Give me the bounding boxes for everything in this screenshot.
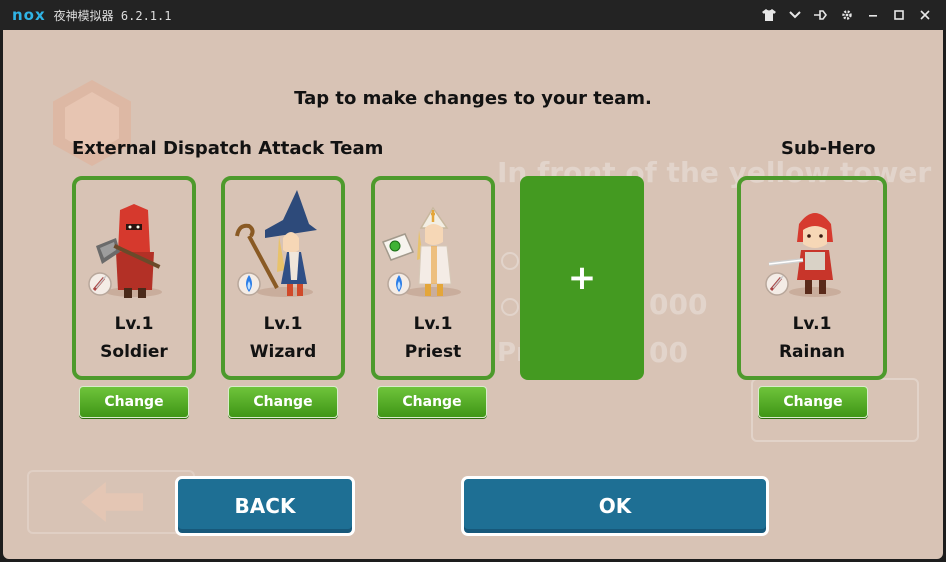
priest-portrait <box>381 206 461 297</box>
team-title: External Dispatch Attack Team <box>72 138 384 159</box>
change-sub-hero-button[interactable]: Change <box>758 386 868 418</box>
ok-button[interactable]: OK <box>461 476 769 536</box>
window-title: 夜神模拟器 6.2.1.1 <box>53 8 172 23</box>
member-name: Soldier <box>100 342 168 362</box>
nox-logo: nox <box>12 6 46 24</box>
member-level: Lv.1 <box>263 314 303 334</box>
instruction-text: Tap to make changes to your team. <box>294 88 652 109</box>
background-value: 000 <box>649 288 708 321</box>
background-star-icon <box>501 252 519 270</box>
window-controls <box>756 0 938 30</box>
close-icon[interactable] <box>912 0 938 30</box>
rainan-portrait <box>765 213 841 297</box>
sub-hero-name: Rainan <box>778 342 846 362</box>
background-star-icon <box>501 298 519 316</box>
team-slot-soldier[interactable]: Lv.1 Soldier <box>72 176 196 380</box>
back-button[interactable]: BACK <box>175 476 355 536</box>
member-name: Wizard <box>249 342 317 362</box>
change-priest-button[interactable]: Change <box>377 386 487 418</box>
chevron-down-icon[interactable] <box>782 0 808 30</box>
member-level: Lv.1 <box>114 314 154 334</box>
add-member-slot[interactable]: + <box>520 176 644 380</box>
emulator-titlebar: nox 夜神模拟器 6.2.1.1 <box>0 0 946 30</box>
game-screen: In front of the yellow tower 000 Pr 00 T… <box>3 30 943 559</box>
member-level: Lv.1 <box>413 314 453 334</box>
member-name: Priest <box>404 342 462 362</box>
pin-icon[interactable] <box>808 0 834 30</box>
gear-icon[interactable] <box>834 0 860 30</box>
wizard-portrait <box>235 190 317 297</box>
maximize-icon[interactable] <box>886 0 912 30</box>
soldier-portrait <box>88 204 162 298</box>
sub-hero-title: Sub-Hero <box>781 138 876 159</box>
sub-hero-level: Lv.1 <box>792 314 832 334</box>
change-wizard-button[interactable]: Change <box>228 386 338 418</box>
change-soldier-button[interactable]: Change <box>79 386 189 418</box>
team-slot-priest[interactable]: Lv.1 Priest <box>371 176 495 380</box>
sub-hero-slot-rainan[interactable]: Lv.1 Rainan <box>737 176 887 380</box>
shirt-icon[interactable] <box>756 0 782 30</box>
minimize-icon[interactable] <box>860 0 886 30</box>
background-value: 00 <box>649 336 688 369</box>
team-slot-wizard[interactable]: Lv.1 Wizard <box>221 176 345 380</box>
